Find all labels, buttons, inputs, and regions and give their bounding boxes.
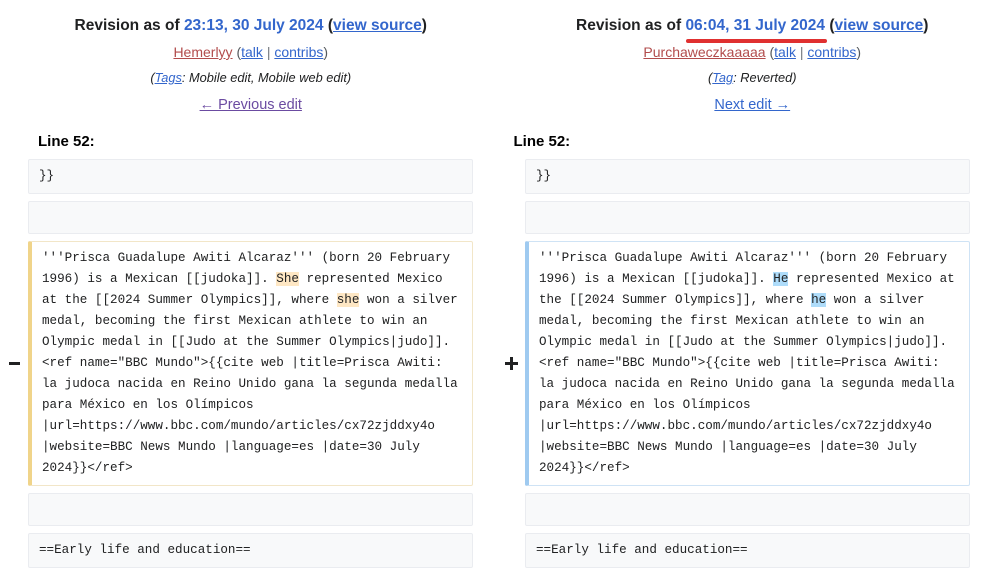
added-line-content: '''Prisca Guadalupe Awiti Alcaraz''' (bo…: [525, 241, 970, 486]
diff-row: '''Prisca Guadalupe Awiti Alcaraz''' (bo…: [0, 241, 1003, 486]
left-line-header: Line 52:: [0, 133, 502, 150]
left-tags-colon: :: [182, 70, 189, 85]
left-revision-prefix: Revision as of: [75, 17, 184, 34]
left-tags-line: (Tags: Mobile edit, Mobile web edit): [10, 69, 492, 87]
blank-context-line-right: [525, 493, 970, 526]
left-revision-title: Revision as of 23:13, 30 July 2024 (view…: [10, 16, 492, 36]
changed-word-highlight: he: [811, 293, 826, 307]
previous-edit-link[interactable]: ← Previous edit: [200, 97, 302, 113]
right-revision-title: Revision as of 06:04, 31 July 2024 (view…: [512, 16, 994, 36]
blank-context-line-right: [525, 201, 970, 234]
changed-word-highlight: She: [276, 272, 299, 286]
left-tags-label-link[interactable]: Tags: [155, 70, 182, 85]
column-gutter: [473, 159, 497, 194]
right-revision-prefix: Revision as of: [576, 17, 685, 34]
empty-marker: [0, 159, 28, 194]
column-gutter: [473, 201, 497, 234]
right-revision-timestamp: 06:04, 31 July 2024: [685, 17, 825, 34]
context-line-left: }}: [28, 159, 473, 194]
empty-marker: [0, 493, 28, 526]
diff-row: [0, 493, 1003, 526]
right-tags-close: ): [792, 70, 796, 85]
diff-header-row: Revision as of 23:13, 30 July 2024 (view…: [0, 0, 1003, 119]
right-close-paren: ): [923, 17, 928, 34]
left-revision-timestamp-wrap: 23:13, 30 July 2024: [184, 16, 324, 36]
deleted-line-content: '''Prisca Guadalupe Awiti Alcaraz''' (bo…: [28, 241, 473, 486]
next-edit-link[interactable]: Next edit →: [714, 97, 790, 113]
right-view-source-link[interactable]: view source: [835, 17, 924, 34]
right-contribs-link[interactable]: contribs: [807, 44, 856, 60]
right-nav-line: Next edit →: [512, 95, 994, 115]
empty-marker: [0, 533, 28, 568]
right-tags-line: (Tag: Reverted): [512, 69, 994, 87]
left-revision-timestamp: 23:13, 30 July 2024: [184, 17, 324, 34]
column-gutter: [473, 533, 497, 568]
right-user-line: Purchaweczkaaaaa (talk | contribs): [512, 43, 994, 62]
left-talk-link[interactable]: talk: [241, 44, 263, 60]
empty-marker: [0, 201, 28, 234]
left-close-paren: ): [422, 17, 427, 34]
empty-marker: [497, 533, 525, 568]
diff-row: }}}}: [0, 159, 1003, 194]
deletion-marker: [0, 241, 28, 486]
right-talk-link[interactable]: talk: [774, 44, 796, 60]
right-username-link[interactable]: Purchaweczkaaaaa: [643, 44, 765, 60]
blank-context-line-left: [28, 493, 473, 526]
context-line-right: ==Early life and education==: [525, 533, 970, 568]
diff-text-segment: won a silver medal, becoming the first M…: [42, 293, 465, 475]
red-underline-annotation: [686, 39, 827, 43]
diff-row: ==Early life and education== ==Early life…: [0, 533, 1003, 568]
blank-context-line-left: [28, 201, 473, 234]
diff-body: }}}} '''Prisca Guadalupe Awiti Alcaraz'''…: [0, 159, 1003, 568]
revision-diff-view: Revision as of 23:13, 30 July 2024 (view…: [0, 0, 1003, 568]
changed-word-highlight: she: [337, 293, 360, 307]
column-gutter: [473, 241, 497, 486]
left-user-line: Hemerlyy (talk | contribs): [10, 43, 492, 62]
left-nav-line: ← Previous edit: [10, 95, 492, 115]
right-line-header: Line 52:: [502, 133, 1003, 150]
left-tags-close: ): [347, 70, 351, 85]
right-user-close-paren: ): [856, 44, 861, 60]
column-gutter: [473, 493, 497, 526]
left-view-source-link[interactable]: view source: [333, 17, 422, 34]
left-user-close-paren: ): [323, 44, 328, 60]
diff-text-segment: won a silver medal, becoming the first M…: [539, 293, 962, 475]
left-contribs-link[interactable]: contribs: [274, 44, 323, 60]
empty-marker: [497, 201, 525, 234]
context-line-right: }}: [525, 159, 970, 194]
right-revision-timestamp-wrap: 06:04, 31 July 2024: [685, 16, 825, 36]
diff-row: [0, 201, 1003, 234]
empty-marker: [497, 493, 525, 526]
right-revision-header: Revision as of 06:04, 31 July 2024 (view…: [502, 0, 1003, 119]
context-line-left: ==Early life and education==: [28, 533, 473, 568]
left-username-link[interactable]: Hemerlyy: [173, 44, 232, 60]
left-tags-value: Mobile edit, Mobile web edit: [189, 70, 347, 85]
plus-icon: [505, 357, 518, 370]
minus-icon: [9, 362, 20, 365]
diff-line-number-row: Line 52: Line 52:: [0, 133, 1003, 150]
changed-word-highlight: He: [773, 272, 788, 286]
right-tags-value: Reverted: [740, 70, 792, 85]
empty-marker: [497, 159, 525, 194]
addition-marker: [497, 241, 525, 486]
left-revision-header: Revision as of 23:13, 30 July 2024 (view…: [0, 0, 502, 119]
right-tags-label-link[interactable]: Tag: [712, 70, 733, 85]
